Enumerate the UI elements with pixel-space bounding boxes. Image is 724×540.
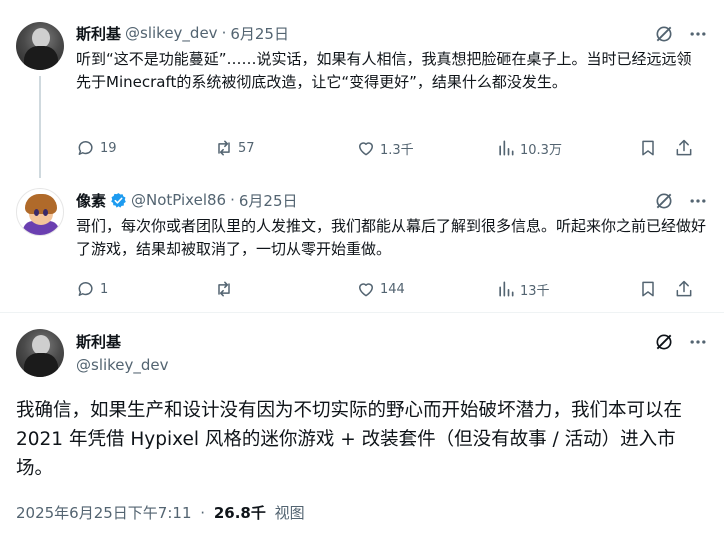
avatar-pixel[interactable] (16, 188, 64, 236)
repost-button[interactable]: 57 (214, 137, 255, 159)
tweet-top-icons (654, 23, 708, 45)
tweet-actions: 19 57 1.3千 10.3万 (76, 137, 698, 159)
verified-badge-icon (111, 192, 126, 208)
grok-icon[interactable] (654, 24, 674, 44)
share-icon (676, 139, 692, 156)
author-name[interactable]: 斯利基 (76, 331, 121, 352)
like-icon (359, 142, 373, 156)
reply-icon (78, 282, 93, 296)
main-author-name-row: 斯利基 (76, 331, 121, 351)
avatar-slikey[interactable] (16, 22, 64, 70)
tweet-meta: 2025年6月25日下午7:11 · 26.8千 视图 (16, 502, 305, 523)
tweet-text: 听到“这不是功能蔓延”……说实话，如果有人相信，我真想把脸砸在桌子上。当时已经远… (76, 50, 692, 91)
like-icon (359, 283, 373, 297)
author-name[interactable]: 像素 (76, 190, 106, 211)
tweet-actions: 1 144 13千 (76, 278, 698, 300)
reply-count: 19 (100, 140, 117, 156)
like-button[interactable]: 1.3千 (356, 137, 414, 159)
views-count: 13千 (520, 283, 550, 299)
author-handle[interactable]: @slikey_dev (76, 356, 169, 374)
views-count: 10.3万 (520, 142, 562, 158)
thread-line (39, 76, 41, 178)
grok-icon[interactable] (654, 191, 674, 211)
separator-dot: · (221, 24, 227, 42)
tweet-header: 斯利基 @slikey_dev · 6月25日 (76, 23, 289, 43)
reply-count: 1 (100, 281, 109, 297)
reply-icon (78, 141, 93, 155)
share-button[interactable] (674, 278, 694, 300)
tweet-header: 像素 @NotPixel86 · 6月25日 (76, 190, 298, 210)
reply-button[interactable]: 1 (76, 278, 108, 300)
like-button[interactable]: 144 (356, 278, 405, 300)
grok-icon[interactable] (654, 332, 674, 352)
reply-button[interactable]: 19 (76, 137, 117, 159)
bookmark-icon (642, 281, 654, 297)
avatar-slikey[interactable] (16, 329, 64, 377)
views-icon (499, 140, 514, 156)
more-icon[interactable] (688, 191, 708, 211)
like-count: 1.3千 (380, 142, 414, 158)
repost-count: 57 (238, 140, 255, 156)
repost-icon (218, 281, 230, 297)
author-name[interactable]: 斯利基 (76, 23, 121, 44)
repost-button[interactable] (214, 278, 238, 300)
share-button[interactable] (674, 137, 694, 159)
bookmark-button[interactable] (638, 278, 658, 300)
views-button[interactable]: 10.3万 (496, 137, 562, 159)
timestamp[interactable]: 2025年6月25日下午7:11 (16, 504, 192, 522)
main-top-icons (654, 331, 708, 353)
main-author-handle-row: @slikey_dev (76, 355, 169, 375)
separator-dot: · (200, 504, 206, 522)
tweet-date[interactable]: 6月25日 (239, 190, 298, 211)
views-label: 视图 (274, 504, 305, 522)
tweet-top-icons (654, 190, 708, 212)
like-count: 144 (380, 281, 405, 297)
views-icon (499, 281, 514, 297)
view-count: 26.8千 (213, 504, 266, 522)
bookmark-button[interactable] (638, 137, 658, 159)
tweet-1[interactable]: 斯利基 @slikey_dev · 6月25日 听到“这不是功能蔓延”……说实话… (0, 0, 724, 178)
tweet-2[interactable]: 像素 @NotPixel86 · 6月25日 哥们，每次你或者团队里的人发推文，… (0, 170, 724, 312)
repost-icon (218, 140, 230, 156)
more-icon[interactable] (688, 332, 708, 352)
share-icon (676, 280, 692, 297)
separator-dot: · (230, 191, 235, 209)
tweet-text: 哥们，每次你或者团队里的人发推文，我们都能从幕后了解到很多信息。听起来你之前已经… (76, 217, 707, 258)
tweet-date[interactable]: 6月25日 (230, 23, 289, 44)
more-icon[interactable] (688, 24, 708, 44)
main-tweet-text: 我确信，如果生产和设计没有因为不切实际的野心而开始破坏潜力，我们本可以在 202… (16, 400, 683, 479)
bookmark-icon (642, 140, 654, 156)
author-handle[interactable]: @slikey_dev (125, 24, 218, 42)
views-button[interactable]: 13千 (496, 278, 550, 300)
author-handle[interactable]: @NotPixel86 (131, 191, 226, 209)
